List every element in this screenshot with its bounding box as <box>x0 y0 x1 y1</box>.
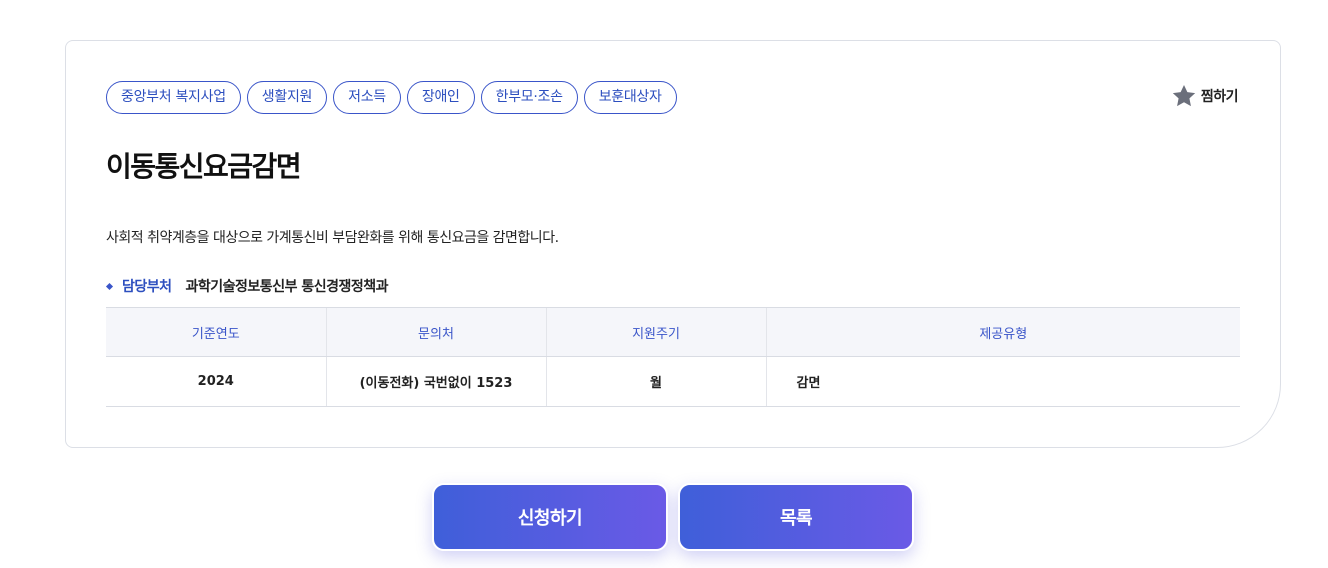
apply-button[interactable]: 신청하기 <box>432 483 668 551</box>
cell-support-cycle: 월 <box>545 356 766 407</box>
table-row: 2024 (이동전화) 국번없이 1523 월 감면 <box>106 356 1240 407</box>
tag-living-support[interactable]: 생활지원 <box>246 81 328 114</box>
header-support-cycle: 지원주기 <box>545 307 766 357</box>
header-base-year: 기준연도 <box>106 307 326 357</box>
department-value: 과학기술정보통신부 통신경쟁정책과 <box>185 279 389 295</box>
department-label: 담당부처 <box>122 279 172 295</box>
cell-contact: (이동전화) 국번없이 1523 <box>325 356 546 407</box>
header-provision-type: 제공유형 <box>765 307 1240 357</box>
service-detail-card: 중앙부처 복지사업 생활지원 저소득 장애인 한부모·조손 보훈대상자 찜하기 … <box>65 40 1281 448</box>
table-header-row: 기준연도 문의처 지원주기 제공유형 <box>106 307 1240 357</box>
category-tags: 중앙부처 복지사업 생활지원 저소득 장애인 한부모·조손 보훈대상자 <box>106 81 677 114</box>
tag-low-income[interactable]: 저소득 <box>333 81 401 114</box>
cell-provision-type: 감면 <box>765 356 1240 407</box>
favorite-label: 찜하기 <box>1200 89 1239 105</box>
service-description: 사회적 취약계층을 대상으로 가계통신비 부담완화를 위해 통신요금을 감면합니… <box>106 230 559 246</box>
tag-disabled[interactable]: 장애인 <box>406 81 475 114</box>
tag-central-welfare[interactable]: 중앙부처 복지사업 <box>106 81 241 114</box>
cell-base-year: 2024 <box>106 356 326 407</box>
star-icon <box>1172 84 1196 107</box>
tag-veterans[interactable]: 보훈대상자 <box>583 81 677 114</box>
service-info-table: 기준연도 문의처 지원주기 제공유형 2024 (이동전화) 국번없이 1523… <box>106 307 1240 407</box>
department-row: 담당부처 과학기술정보통신부 통신경쟁정책과 <box>105 276 389 296</box>
list-button[interactable]: 목록 <box>678 483 914 551</box>
diamond-bullet-icon <box>105 282 114 290</box>
header-contact: 문의처 <box>325 307 546 357</box>
favorite-button[interactable]: 찜하기 <box>1171 83 1239 109</box>
page-title: 이동통신요금감면 <box>106 150 302 183</box>
action-buttons: 신청하기 목록 <box>432 483 914 551</box>
tag-single-parent[interactable]: 한부모·조손 <box>480 81 578 114</box>
